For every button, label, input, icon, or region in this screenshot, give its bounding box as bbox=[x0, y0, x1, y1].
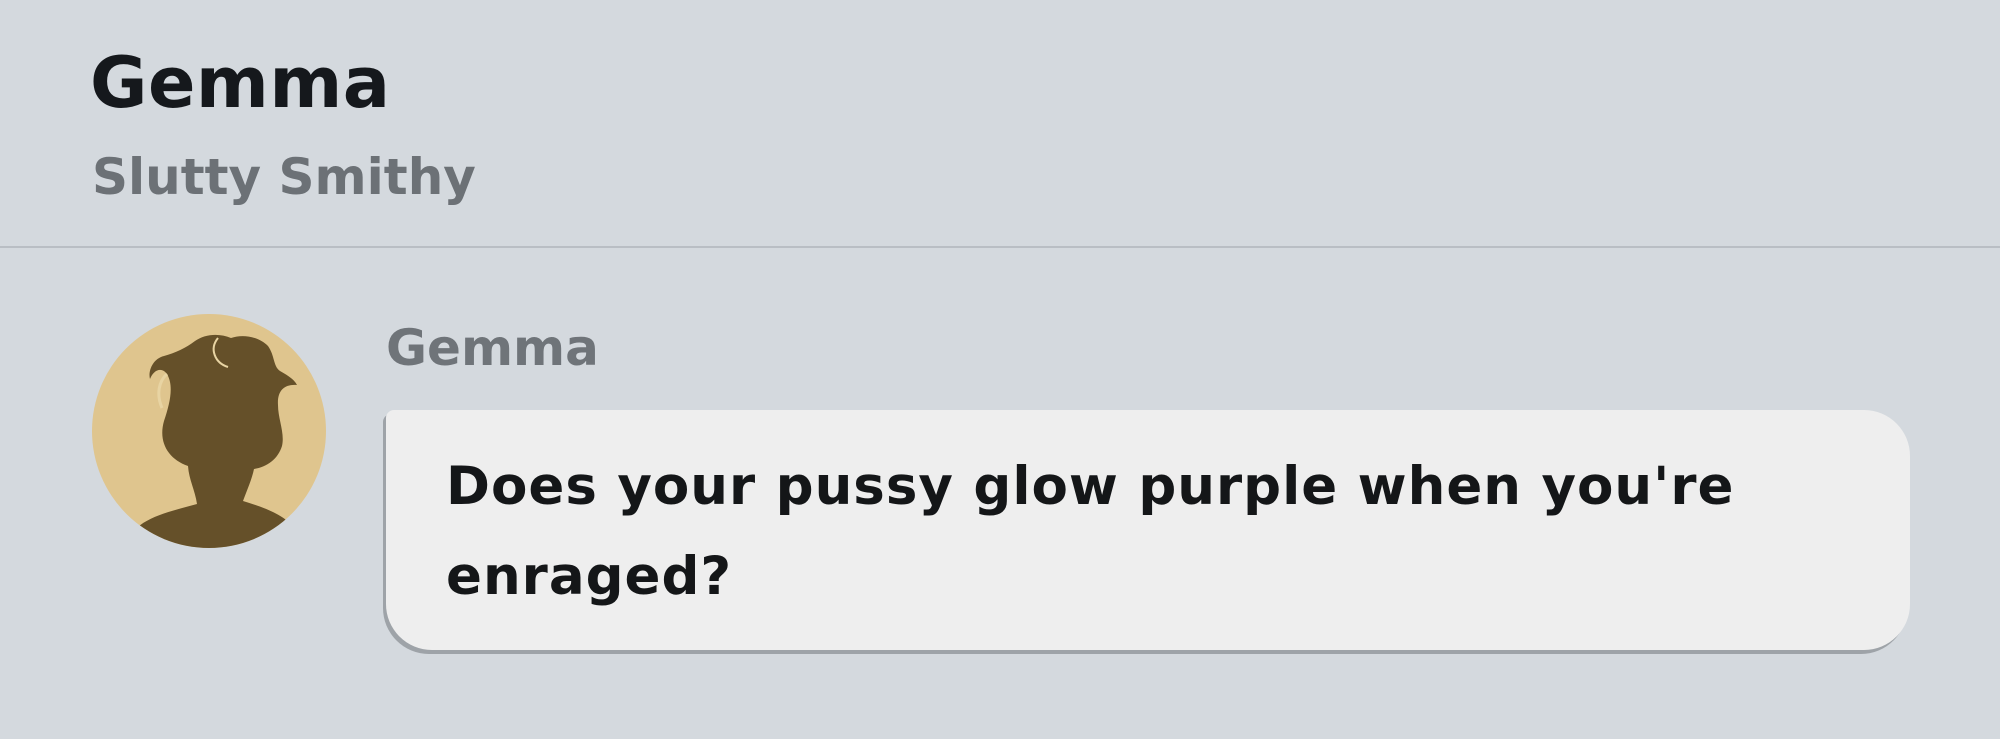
character-subtitle: Slutty Smithy bbox=[92, 148, 476, 206]
avatar[interactable] bbox=[92, 314, 326, 548]
chat-header: Gemma Slutty Smithy bbox=[0, 0, 2000, 248]
character-name-title: Gemma bbox=[90, 42, 391, 124]
chat-message: Gemma Does your pussy glow purple when y… bbox=[0, 248, 2000, 739]
message-sender-name: Gemma bbox=[386, 319, 599, 377]
character-silhouette-avatar-icon bbox=[126, 334, 304, 548]
message-text: Does your pussy glow purple when you're … bbox=[446, 456, 1735, 607]
message-bubble: Does your pussy glow purple when you're … bbox=[386, 410, 1910, 650]
